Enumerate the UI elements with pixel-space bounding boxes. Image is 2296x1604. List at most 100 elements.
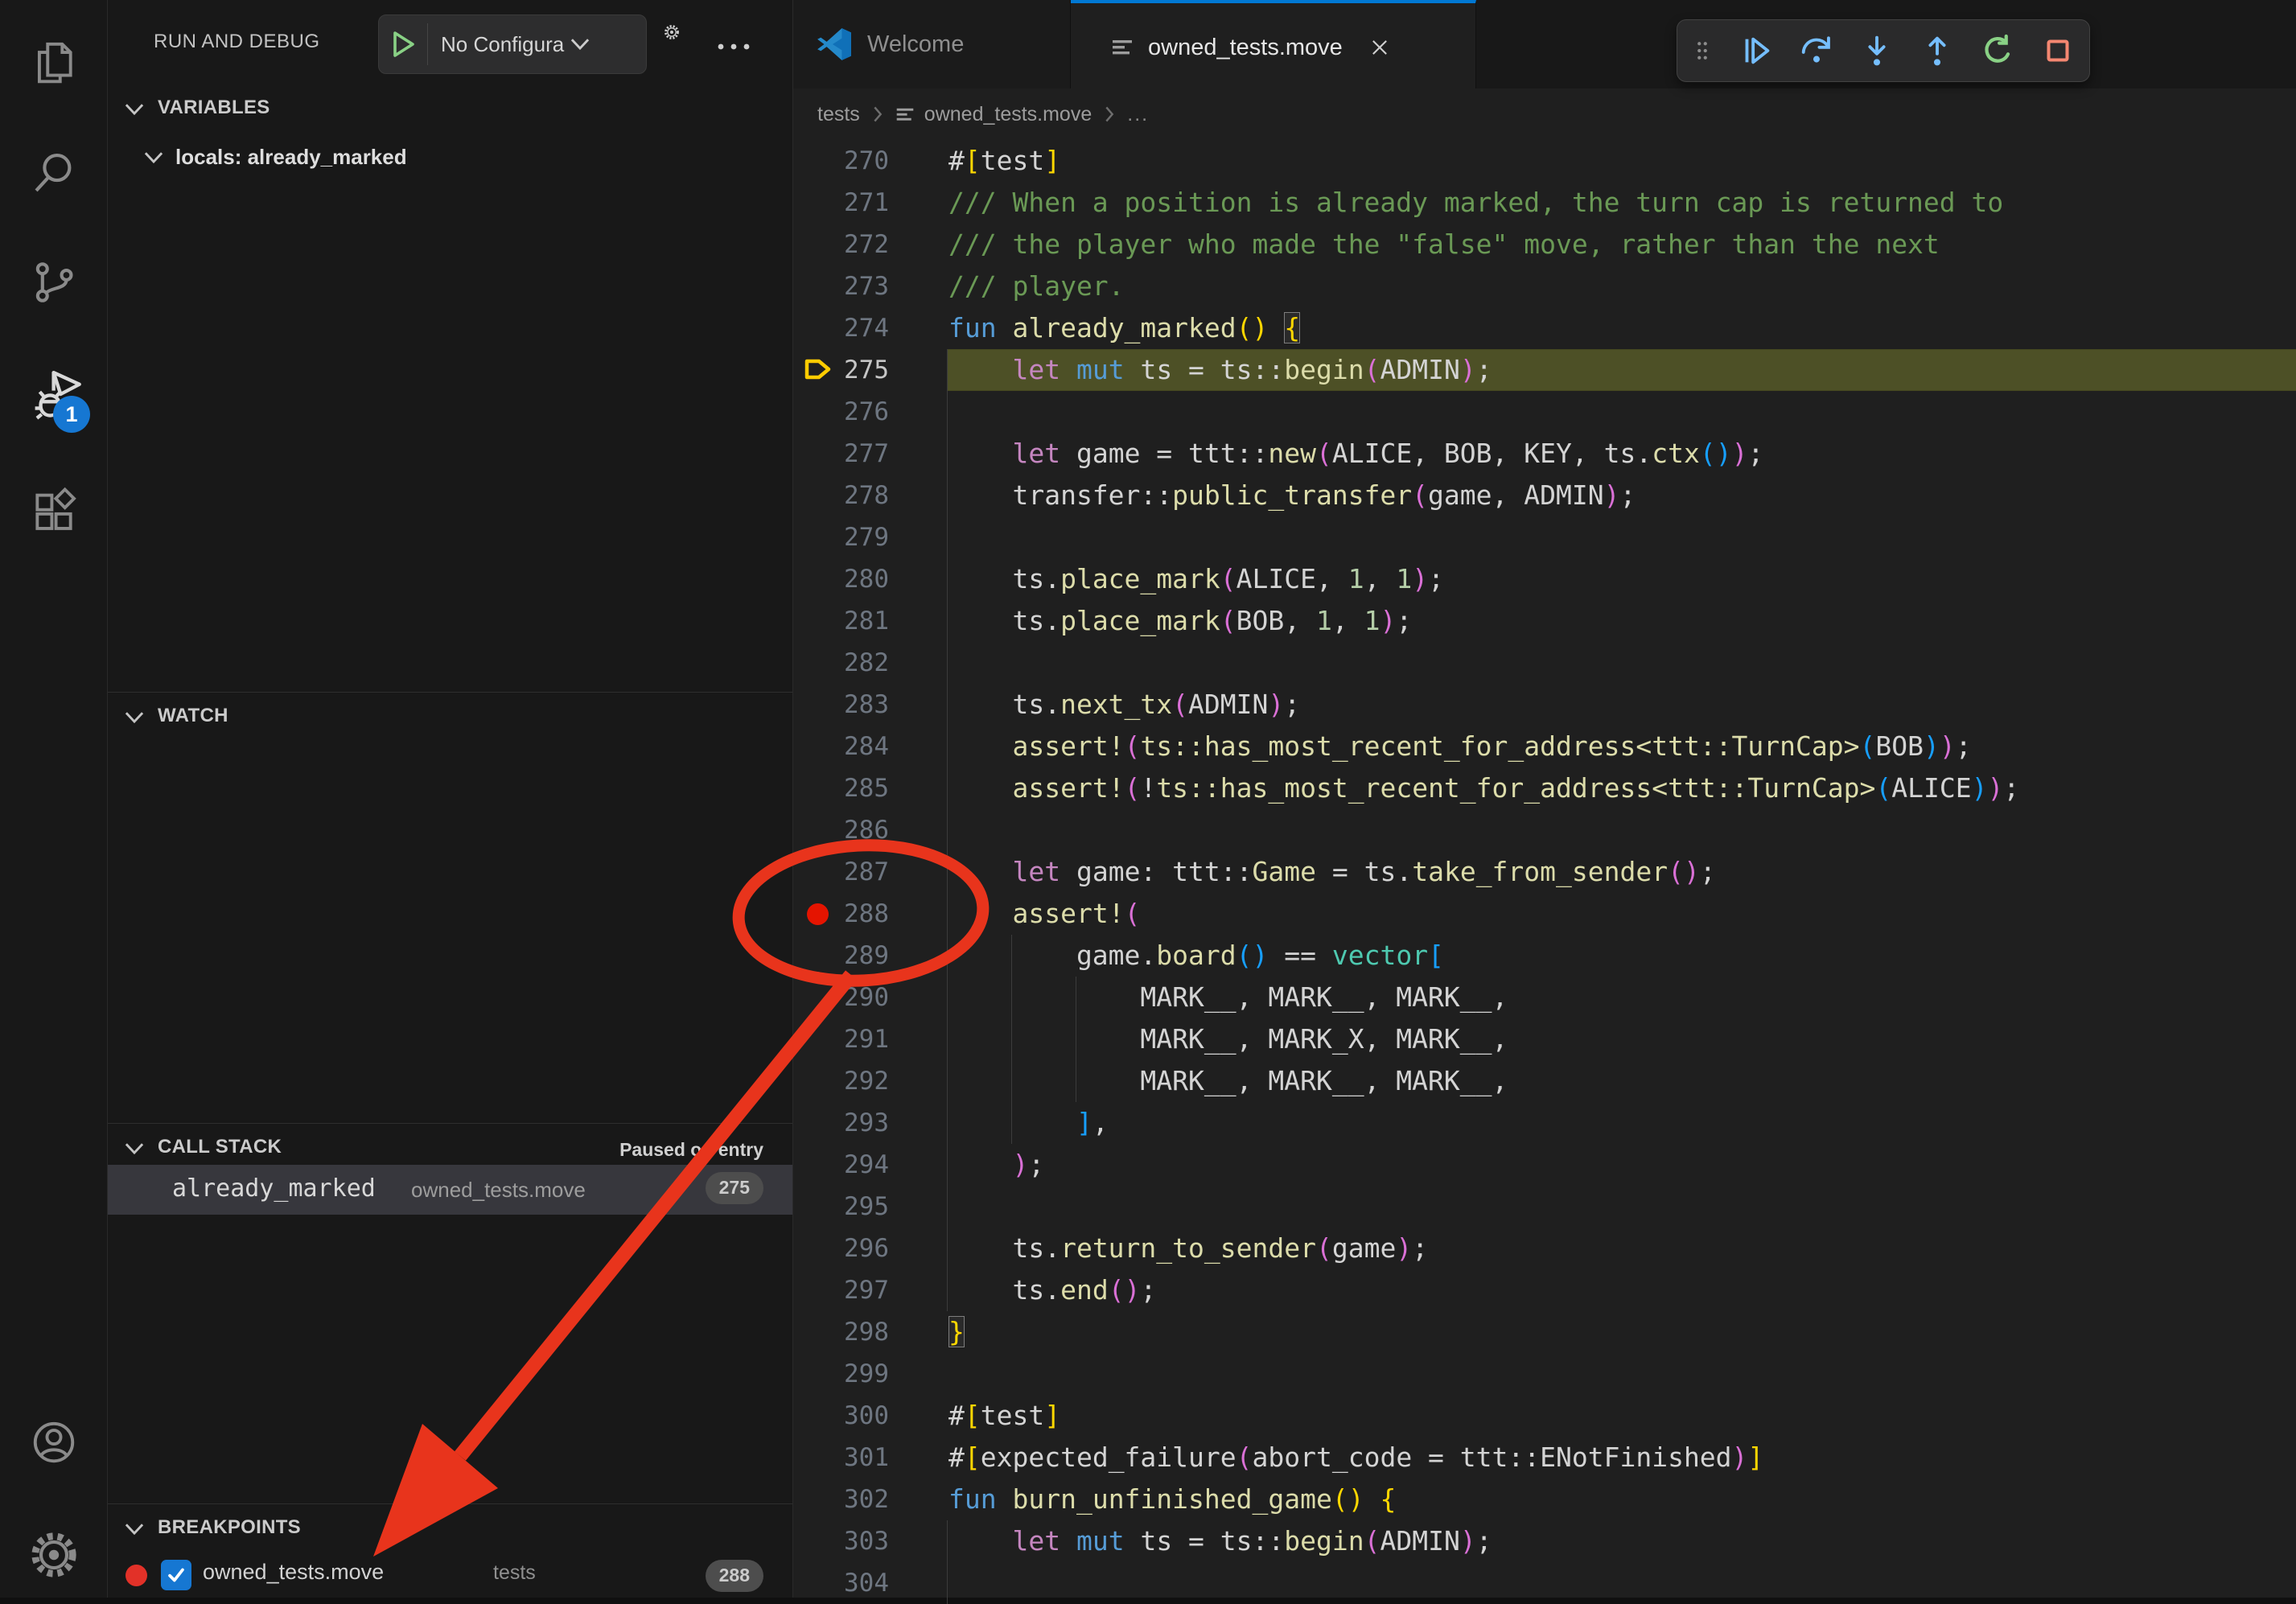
code-text: assert!( [948, 893, 2296, 935]
line-number: 284 [793, 726, 889, 767]
code-line-289[interactable]: 289 game.board() == vector[ [793, 935, 2296, 977]
restart-icon[interactable] [1979, 32, 2016, 69]
step-over-icon[interactable] [1798, 32, 1835, 69]
debug-config-dropdown[interactable]: No Configura [378, 14, 647, 74]
code-line-275[interactable]: 275 let mut ts = ts::begin(ADMIN); [793, 349, 2296, 391]
code-text: let mut ts = ts::begin(ADMIN); [948, 1520, 2296, 1562]
call-stack-frame-row[interactable]: already_marked owned_tests.move 275 [108, 1165, 792, 1215]
line-number: 304 [793, 1562, 889, 1604]
code-line-294[interactable]: 294 ); [793, 1144, 2296, 1186]
code-line-283[interactable]: 283 ts.next_tx(ADMIN); [793, 684, 2296, 726]
code-line-304[interactable]: 304 [793, 1562, 2296, 1604]
code-line-299[interactable]: 299 [793, 1353, 2296, 1395]
breadcrumb-more[interactable]: ... [1127, 103, 1149, 126]
chevron-down-icon[interactable] [124, 1521, 145, 1537]
section-call-stack[interactable]: CALL STACK Paused on entry [108, 1129, 792, 1168]
code-line-293[interactable]: 293 ], [793, 1102, 2296, 1144]
chevron-down-icon[interactable] [570, 36, 590, 52]
code-line-277[interactable]: 277 let game = ttt::new(ALICE, BOB, KEY,… [793, 433, 2296, 475]
code-line-300[interactable]: 300#[test] [793, 1395, 2296, 1437]
code-line-272[interactable]: 272/// the player who made the "false" m… [793, 224, 2296, 265]
code-text: #[expected_failure(abort_code = ttt::ENo… [948, 1437, 2296, 1479]
debug-badge: 1 [53, 396, 90, 433]
tab-welcome[interactable]: Welcome [793, 0, 1071, 88]
breakpoint-dot-icon [125, 1565, 147, 1586]
indent-guide [947, 433, 948, 475]
source-control-icon[interactable] [29, 257, 79, 307]
chevron-down-icon[interactable] [124, 709, 145, 726]
settings-gear-icon[interactable] [29, 1530, 79, 1580]
indent-guide [947, 684, 948, 726]
code-line-288[interactable]: 288 assert!( [793, 893, 2296, 935]
step-into-icon[interactable] [1858, 32, 1895, 69]
line-number: 291 [793, 1018, 889, 1060]
code-line-295[interactable]: 295 [793, 1186, 2296, 1228]
stop-icon[interactable] [2039, 32, 2076, 69]
code-line-290[interactable]: 290 MARK__, MARK__, MARK__, [793, 977, 2296, 1018]
code-line-284[interactable]: 284 assert!(ts::has_most_recent_for_addr… [793, 726, 2296, 767]
section-variables[interactable]: VARIABLES [108, 90, 792, 129]
chevron-right-icon [1103, 105, 1116, 123]
sidebar-title: RUN AND DEBUG [154, 31, 320, 53]
chevron-down-icon[interactable] [143, 150, 164, 166]
indent-guide [947, 391, 948, 433]
code-text: let game: ttt::Game = ts.take_from_sende… [948, 851, 2296, 893]
indent-guide [947, 349, 948, 391]
more-actions-icon[interactable] [716, 42, 751, 51]
section-breakpoints[interactable]: BREAKPOINTS [108, 1510, 792, 1548]
code-line-271[interactable]: 271/// When a position is already marked… [793, 182, 2296, 224]
code-line-278[interactable]: 278 transfer::public_transfer(game, ADMI… [793, 475, 2296, 516]
code-line-280[interactable]: 280 ts.place_mark(ALICE, 1, 1); [793, 558, 2296, 600]
close-icon[interactable] [1368, 36, 1391, 59]
indent-guide [947, 1102, 948, 1144]
section-watch[interactable]: WATCH [108, 698, 792, 737]
code-line-297[interactable]: 297 ts.end(); [793, 1269, 2296, 1311]
tab-owned-tests-move[interactable]: owned_tests.move [1071, 0, 1476, 92]
code-text: } [948, 1311, 2296, 1353]
indent-guide [947, 1228, 948, 1269]
chevron-down-icon[interactable] [124, 1141, 145, 1157]
code-text: fun already_marked() { [948, 307, 2296, 349]
code-line-296[interactable]: 296 ts.return_to_sender(game); [793, 1228, 2296, 1269]
chevron-down-icon[interactable] [124, 101, 145, 117]
code-line-292[interactable]: 292 MARK__, MARK__, MARK__, [793, 1060, 2296, 1102]
code-line-291[interactable]: 291 MARK__, MARK_X, MARK__, [793, 1018, 2296, 1060]
breakpoint-checkbox[interactable] [161, 1560, 191, 1590]
code-line-274[interactable]: 274fun already_marked() { [793, 307, 2296, 349]
tab-label: owned_tests.move [1148, 35, 1343, 61]
step-out-icon[interactable] [1919, 32, 1956, 69]
breakpoint-dir: tests [493, 1561, 536, 1585]
account-icon[interactable] [29, 1417, 79, 1467]
code-line-287[interactable]: 287 let game: ttt::Game = ts.take_from_s… [793, 851, 2296, 893]
code-line-279[interactable]: 279 [793, 516, 2296, 558]
code-line-303[interactable]: 303 let mut ts = ts::begin(ADMIN); [793, 1520, 2296, 1562]
extensions-icon[interactable] [29, 486, 79, 536]
code-line-270[interactable]: 270#[test] [793, 140, 2296, 182]
indent-guide [947, 1186, 948, 1228]
variables-locals-row[interactable]: locals: already_marked [108, 138, 792, 179]
code-line-301[interactable]: 301#[expected_failure(abort_code = ttt::… [793, 1437, 2296, 1479]
line-number: 300 [793, 1395, 889, 1437]
debug-settings-gear-icon[interactable] [661, 24, 682, 40]
code-line-286[interactable]: 286 [793, 809, 2296, 851]
toolbar-drag-grip[interactable] [1690, 32, 1714, 69]
code-line-276[interactable]: 276 [793, 391, 2296, 433]
code-line-302[interactable]: 302fun burn_unfinished_game() { [793, 1479, 2296, 1520]
code-line-282[interactable]: 282 [793, 642, 2296, 684]
code-line-281[interactable]: 281 ts.place_mark(BOB, 1, 1); [793, 600, 2296, 642]
code-text: ], [948, 1102, 2296, 1144]
breadcrumb-folder[interactable]: tests [817, 103, 860, 126]
continue-icon[interactable] [1738, 32, 1775, 69]
line-number: 296 [793, 1228, 889, 1269]
code-line-273[interactable]: 273/// player. [793, 265, 2296, 307]
code-line-298[interactable]: 298} [793, 1311, 2296, 1353]
explorer-icon[interactable] [29, 38, 79, 88]
start-debug-icon[interactable] [390, 29, 418, 60]
search-icon[interactable] [29, 148, 79, 198]
breakpoint-list-item[interactable]: owned_tests.move tests 288 [108, 1553, 792, 1598]
line-number: 293 [793, 1102, 889, 1144]
breadcrumb-file[interactable]: owned_tests.move [924, 103, 1092, 126]
breadcrumb[interactable]: tests owned_tests.move ... [793, 88, 2296, 140]
code-line-285[interactable]: 285 assert!(!ts::has_most_recent_for_add… [793, 767, 2296, 809]
code-text: ts.place_mark(BOB, 1, 1); [948, 600, 2296, 642]
